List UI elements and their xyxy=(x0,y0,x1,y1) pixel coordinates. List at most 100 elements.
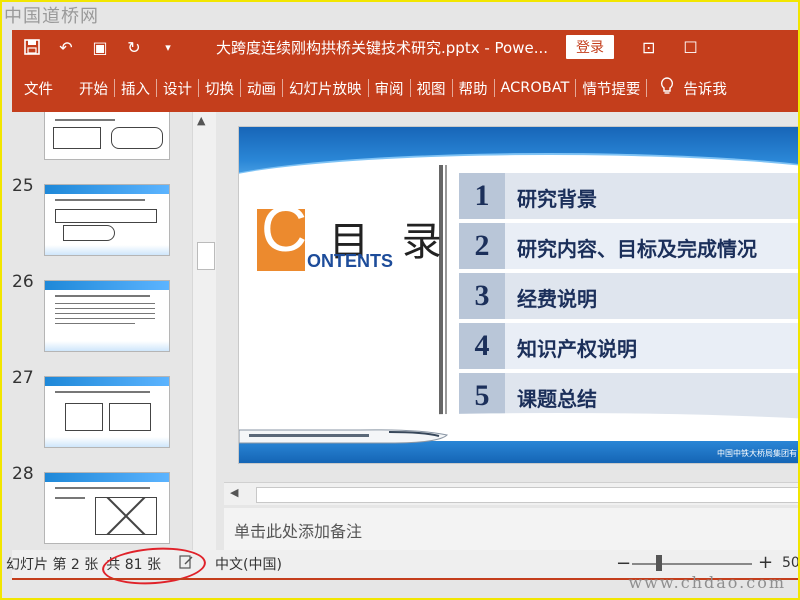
tab-insert[interactable]: 插入 xyxy=(117,78,154,99)
toc-number: 5 xyxy=(459,373,505,419)
thumb-figure xyxy=(63,225,115,241)
scrollbar-track[interactable] xyxy=(256,487,798,503)
slide-thumbnail[interactable] xyxy=(44,376,170,448)
thumb-figure xyxy=(111,127,163,149)
ribbon-divider xyxy=(367,79,369,97)
thumb-header xyxy=(45,377,169,386)
tab-design[interactable]: 设计 xyxy=(159,78,196,99)
maximize-icon[interactable]: ☐ xyxy=(683,38,697,57)
redo-icon[interactable]: ↻ xyxy=(120,33,148,61)
toc-item: 4 知识产权说明 xyxy=(459,323,798,369)
ribbon-divider xyxy=(198,79,199,97)
zoom-slider[interactable] xyxy=(632,563,752,565)
thumb-text-line xyxy=(55,295,150,297)
thumb-header xyxy=(45,473,169,482)
thumb-text-line xyxy=(55,119,115,121)
thumb-text-line xyxy=(55,487,150,489)
thumb-text-line xyxy=(55,199,145,201)
slide-thumbnail-pane: 25 26 27 28 xyxy=(12,112,192,550)
tab-review[interactable]: 审阅 xyxy=(371,78,408,99)
save-icon[interactable] xyxy=(18,33,46,61)
tab-file[interactable]: 文件 xyxy=(20,78,57,99)
divider-bar xyxy=(445,165,447,437)
login-button[interactable]: 登录 xyxy=(566,35,615,59)
slide-thumbnail[interactable] xyxy=(44,280,170,352)
thumb-text-line xyxy=(55,497,85,499)
scroll-left-icon[interactable]: ◀ xyxy=(230,486,238,499)
ribbon-divider xyxy=(409,79,411,97)
ribbon-divider xyxy=(114,79,115,97)
toc-text: 研究内容、目标及完成情况 xyxy=(517,237,757,261)
toc-number: 2 xyxy=(459,223,505,269)
horizontal-scrollbar[interactable]: ◀ xyxy=(224,482,798,505)
watermark-bottom: www.chdao.com xyxy=(628,573,786,592)
zoom-in-button[interactable]: + xyxy=(758,552,773,573)
thumbnail-scrollbar[interactable]: ▲ xyxy=(192,112,218,550)
undo-icon[interactable]: ↶ xyxy=(52,33,80,61)
thumb-header xyxy=(45,185,169,194)
thumbnail-number: 26 xyxy=(12,272,34,292)
thumb-figure xyxy=(109,403,151,431)
ribbon-divider xyxy=(646,79,648,97)
zoom-out-button[interactable]: − xyxy=(616,553,631,574)
toc-number: 3 xyxy=(459,273,505,319)
thumb-figure xyxy=(55,209,157,223)
tab-acrobat[interactable]: ACROBAT xyxy=(497,80,574,96)
divider-bar xyxy=(439,165,443,437)
thumb-text-line xyxy=(55,313,155,314)
slide-thumbnail[interactable] xyxy=(44,184,170,256)
toc-text: 研究背景 xyxy=(517,187,597,211)
toc-text: 课题总结 xyxy=(517,387,597,411)
zoom-level[interactable]: 50 xyxy=(782,555,798,571)
tab-transitions[interactable]: 切换 xyxy=(201,78,238,99)
watermark-top: 中国道桥网 xyxy=(4,6,99,27)
thumbnail-number: 28 xyxy=(12,464,34,484)
screenshot-frame: 中国道桥网 ↶ ▣ ↻ ▾ 大跨度连续刚构拱桥关键技术研究.pptx - Pow… xyxy=(0,0,800,600)
ribbon-divider xyxy=(493,79,495,97)
ribbon-divider xyxy=(240,79,241,97)
ribbon-divider xyxy=(282,79,283,97)
slide-indicator: 幻灯片 第 2 张 xyxy=(6,557,99,573)
present-from-start-icon[interactable]: ▣ xyxy=(86,33,114,61)
thumb-figure xyxy=(95,497,157,535)
ribbon-divider xyxy=(156,79,157,97)
slide-editor: C 目 录 ONTENTS 1 研究背景 2 研究内容、目标及完成情况 3 经费… xyxy=(216,112,798,550)
toc-text: 知识产权说明 xyxy=(517,337,637,361)
title-bar: ↶ ▣ ↻ ▾ 大跨度连续刚构拱桥关键技术研究.pptx - Powe... 登… xyxy=(12,30,798,64)
thumbnail-number: 27 xyxy=(12,368,34,388)
tab-animations[interactable]: 动画 xyxy=(243,78,280,99)
toc-item: 1 研究背景 xyxy=(459,173,798,219)
tab-storyboard[interactable]: 情节提要 xyxy=(578,78,644,99)
language-indicator[interactable]: 中文(中国) xyxy=(215,554,282,574)
scroll-up-icon[interactable]: ▲ xyxy=(197,114,205,127)
document-title: 大跨度连续刚构拱桥关键技术研究.pptx - Powe... xyxy=(216,38,549,57)
ribbon-tabs: 文件 开始 插入 设计 切换 动画 幻灯片放映 审阅 视图 帮助 ACROBAT… xyxy=(12,64,798,112)
lightbulb-icon[interactable] xyxy=(655,77,679,99)
slide-thumbnail[interactable] xyxy=(44,112,170,160)
scrollbar-thumb[interactable] xyxy=(197,242,215,270)
tab-view[interactable]: 视图 xyxy=(413,78,450,99)
toc-number: 1 xyxy=(459,173,505,219)
thumb-text-line xyxy=(55,308,155,309)
tab-slideshow[interactable]: 幻灯片放映 xyxy=(285,78,366,99)
contents-c-letter: C xyxy=(261,193,308,265)
thumb-footer xyxy=(45,341,169,351)
customize-qat-icon[interactable]: ▾ xyxy=(154,33,182,61)
slide-thumbnail[interactable] xyxy=(44,472,170,544)
tab-help[interactable]: 帮助 xyxy=(455,78,492,99)
thumb-text-line xyxy=(55,303,155,304)
tell-me-search[interactable]: 告诉我 xyxy=(679,78,731,99)
thumb-text-line xyxy=(55,323,135,324)
current-slide[interactable]: C 目 录 ONTENTS 1 研究背景 2 研究内容、目标及完成情况 3 经费… xyxy=(238,126,798,464)
thumb-footer xyxy=(45,437,169,447)
zoom-slider-thumb[interactable] xyxy=(656,555,662,571)
tab-home[interactable]: 开始 xyxy=(75,78,112,99)
notes-pane[interactable]: 单击此处添加备注 xyxy=(224,508,798,550)
ribbon-display-icon[interactable]: ⊡ xyxy=(642,38,655,57)
thumb-figure xyxy=(65,403,103,431)
ribbon-divider xyxy=(451,79,453,97)
notes-placeholder: 单击此处添加备注 xyxy=(234,522,363,541)
train-image xyxy=(239,429,449,444)
toc-number: 4 xyxy=(459,323,505,369)
thumbnail-number: 25 xyxy=(12,176,34,196)
